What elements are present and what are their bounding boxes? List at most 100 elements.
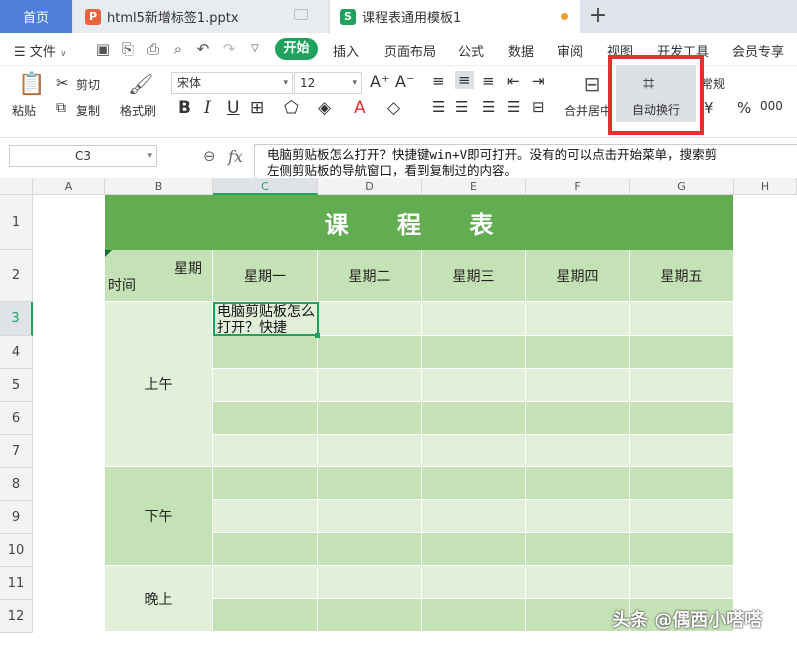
tab-review[interactable]: 审阅 [557, 41, 583, 60]
timetable-cell[interactable] [422, 599, 526, 632]
format-painter-button[interactable]: 格式刷 [120, 102, 156, 119]
column-header[interactable]: G [630, 178, 734, 195]
increase-font-icon[interactable]: A⁺ [370, 72, 389, 91]
weekday-header[interactable]: 星期二 [318, 250, 422, 302]
timetable-cell[interactable] [213, 336, 318, 369]
print-preview-icon[interactable]: ⌕ [169, 40, 187, 58]
number-format-select[interactable]: 常规 [701, 75, 725, 92]
border-icon[interactable]: ⊞ [250, 98, 264, 118]
merge-cells-icon[interactable]: ⊟ [580, 72, 604, 96]
timetable-cell[interactable] [526, 369, 630, 402]
weekday-header[interactable]: 星期一 [213, 250, 318, 302]
timetable-cell[interactable] [526, 533, 630, 566]
distributed-align-icon[interactable]: ⊟ [532, 98, 545, 116]
zoom-icon[interactable]: ⊖ [203, 147, 216, 165]
timetable-cell[interactable] [422, 336, 526, 369]
timetable-cell[interactable] [318, 369, 422, 402]
timetable-cell[interactable] [318, 566, 422, 599]
align-right-icon[interactable]: ☰ [482, 98, 495, 116]
timetable-cell[interactable] [318, 467, 422, 500]
timetable-title[interactable]: 课 程 表 [105, 195, 733, 250]
row-header[interactable]: 12 [0, 600, 33, 633]
timetable-cell[interactable] [213, 467, 318, 500]
timetable-cell[interactable] [526, 500, 630, 533]
timetable-cell[interactable] [630, 302, 734, 336]
row-header[interactable]: 2 [0, 250, 33, 302]
timetable-cell[interactable] [630, 467, 734, 500]
increase-indent-icon[interactable]: ⇥ [532, 72, 545, 90]
select-all-corner[interactable] [0, 178, 33, 195]
timetable-cell[interactable] [630, 435, 734, 467]
timetable-cell[interactable] [630, 500, 734, 533]
period-morning[interactable]: 上午 [105, 302, 213, 467]
scissors-icon[interactable]: ✂ [56, 74, 69, 92]
row-header[interactable]: 11 [0, 567, 33, 600]
fill-color-icon[interactable]: ◈ [318, 98, 331, 118]
timetable-cell[interactable] [526, 566, 630, 599]
row-header[interactable]: 8 [0, 468, 33, 501]
copy-button[interactable]: 复制 [76, 102, 100, 119]
active-cell-c3[interactable]: 电脑剪贴板怎么打开？快捷 [213, 302, 319, 336]
decrease-indent-icon[interactable]: ⇤ [507, 72, 520, 90]
timetable-cell[interactable] [526, 435, 630, 467]
row-header-selected[interactable]: 3 [0, 302, 33, 336]
export-pdf-icon[interactable]: ⎘ [119, 40, 137, 58]
timetable-cell[interactable] [422, 500, 526, 533]
font-size-select[interactable]: 12 ▾ [294, 72, 362, 94]
paste-button[interactable]: 粘贴 [12, 102, 36, 119]
column-header[interactable]: B [105, 178, 213, 195]
align-left-icon[interactable]: ☰ [432, 98, 445, 116]
timetable-cell[interactable] [213, 566, 318, 599]
timetable-cell[interactable] [630, 336, 734, 369]
font-color-icon[interactable]: A [354, 98, 366, 118]
weekday-header[interactable]: 星期五 [630, 250, 734, 302]
decrease-font-icon[interactable]: A⁻ [395, 72, 414, 91]
justify-icon[interactable]: ☰ [507, 98, 520, 116]
align-bottom-icon[interactable]: ≡ [482, 72, 495, 90]
timetable-cell[interactable] [422, 467, 526, 500]
period-afternoon[interactable]: 下午 [105, 467, 213, 566]
tab-home[interactable]: 首页 [0, 0, 72, 33]
timetable-cell[interactable] [318, 599, 422, 632]
redo-icon[interactable]: ↷ [220, 40, 238, 58]
format-painter-icon[interactable]: 🖌 [128, 72, 153, 96]
timetable-cell[interactable] [630, 566, 734, 599]
column-header[interactable]: E [422, 178, 526, 195]
cell-style-icon[interactable]: ⬠ [284, 98, 299, 118]
paste-icon[interactable]: 📋 [18, 72, 45, 97]
file-menu[interactable]: ☰ 文件 ∨ [14, 41, 67, 60]
timetable-cell[interactable] [630, 533, 734, 566]
new-tab-button[interactable]: + [588, 3, 608, 28]
row-header[interactable]: 6 [0, 402, 33, 435]
align-top-icon[interactable]: ≡ [432, 72, 445, 90]
tab-spreadsheet-document[interactable]: S 课程表通用模板1 [330, 0, 580, 33]
timetable-cell[interactable] [318, 533, 422, 566]
row-header[interactable]: 7 [0, 435, 33, 468]
timetable-cell[interactable] [422, 369, 526, 402]
tab-start[interactable]: 开始 [275, 38, 318, 60]
timetable-cell[interactable] [213, 500, 318, 533]
tab-ppt-document[interactable]: P html5新增标签1.pptx [73, 0, 328, 33]
print-icon[interactable]: ⎙ [144, 40, 162, 58]
timetable-cell[interactable] [630, 402, 734, 435]
timetable-cell[interactable] [213, 599, 318, 632]
align-center-icon[interactable]: ☰ [455, 98, 468, 116]
timetable-cell[interactable] [422, 402, 526, 435]
bold-button[interactable]: B [178, 98, 191, 118]
name-box[interactable]: C3 ▾ [9, 145, 157, 167]
tab-member[interactable]: 会员专享 [732, 41, 784, 60]
weekday-header[interactable]: 星期四 [526, 250, 630, 302]
customize-chevron-icon[interactable]: ▽ [246, 40, 264, 58]
timetable-cell[interactable] [526, 302, 630, 336]
wrap-text-button[interactable]: ⌗ 自动换行 [616, 65, 696, 122]
formula-input[interactable]: 电脑剪贴板怎么打开？快捷键win+V即可打开。没有的可以点击开始菜单，搜索剪 左… [254, 144, 797, 180]
column-header[interactable]: F [526, 178, 630, 195]
timetable-cell[interactable] [526, 336, 630, 369]
percent-button[interactable]: % [737, 99, 751, 117]
align-middle-icon[interactable]: ≡ [455, 71, 474, 89]
row-header[interactable]: 1 [0, 195, 33, 250]
timetable-cell[interactable] [213, 533, 318, 566]
corner-header-cell[interactable]: 星期 时间 [105, 250, 213, 302]
timetable-cell[interactable] [422, 302, 526, 336]
column-header[interactable]: H [734, 178, 797, 195]
